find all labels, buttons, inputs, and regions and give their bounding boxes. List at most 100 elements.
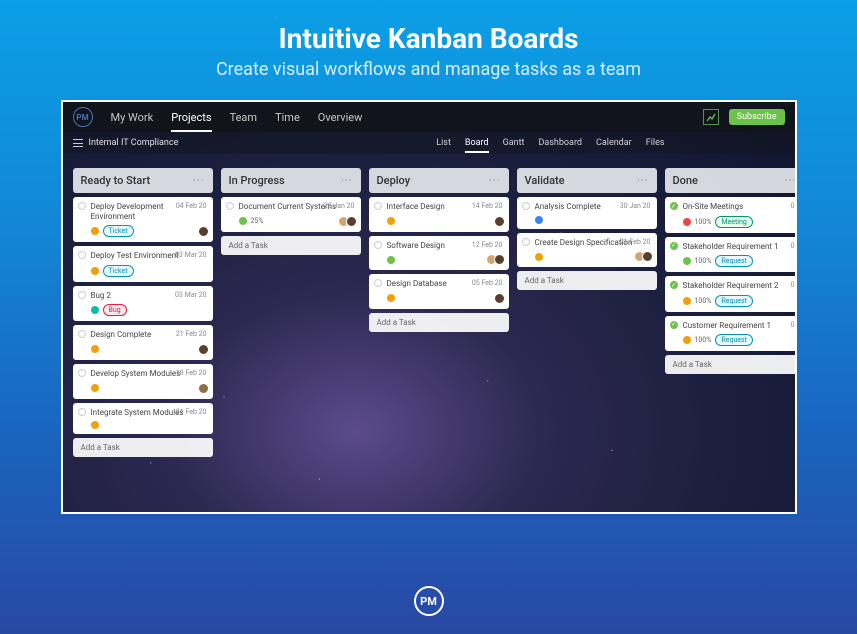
- status-circle-icon[interactable]: [374, 241, 382, 249]
- kanban-card[interactable]: Bug 203 Mar 20Bug: [73, 286, 213, 322]
- nav-item-overview[interactable]: Overview: [318, 111, 363, 124]
- nav-item-time[interactable]: Time: [275, 111, 300, 124]
- card-meta-row: [387, 254, 503, 265]
- status-circle-icon[interactable]: [78, 251, 86, 259]
- card-avatars: [201, 226, 209, 237]
- card-date: 28 Jan 20: [324, 202, 355, 210]
- status-circle-icon[interactable]: [226, 202, 234, 210]
- card-date: 06: [791, 281, 795, 289]
- column-title: Ready to Start: [81, 174, 151, 187]
- view-tab-files[interactable]: Files: [646, 138, 665, 149]
- status-circle-icon[interactable]: [78, 369, 86, 377]
- priority-dot-icon: [91, 345, 99, 353]
- app-frame: PM My Work Projects Team Time Overview Subsc…: [61, 100, 797, 514]
- kanban-card[interactable]: Deploy Development Environment04 Feb 20T…: [73, 197, 213, 242]
- nav-item-team[interactable]: Team: [230, 111, 258, 124]
- status-circle-icon[interactable]: [374, 279, 382, 287]
- add-task-input[interactable]: Add a Task: [221, 236, 361, 255]
- kanban-board: Ready to Start ··· Deploy Development Envi…: [63, 154, 795, 471]
- avatar[interactable]: [494, 216, 505, 227]
- avatar[interactable]: [494, 254, 505, 265]
- view-tab-list[interactable]: List: [436, 138, 451, 149]
- card-tag[interactable]: Request: [715, 295, 752, 307]
- hamburger-icon[interactable]: [73, 139, 83, 147]
- status-circle-icon[interactable]: [522, 202, 530, 210]
- column-menu-icon[interactable]: ···: [785, 174, 795, 187]
- card-meta-row: [91, 344, 207, 355]
- card-tag[interactable]: Bug: [103, 304, 127, 316]
- kanban-card[interactable]: ✓Stakeholder Requirement 106100%Request: [665, 237, 795, 273]
- card-meta-row: 25%: [239, 216, 355, 227]
- card-tag[interactable]: Meeting: [715, 216, 752, 228]
- status-circle-icon[interactable]: [78, 291, 86, 299]
- priority-dot-icon: [91, 384, 99, 392]
- column-menu-icon[interactable]: ···: [489, 174, 501, 187]
- kanban-card[interactable]: Create Design Specification21 Feb 20: [517, 233, 657, 268]
- card-avatars: [497, 216, 505, 227]
- kanban-card[interactable]: Design Complete21 Feb 20: [73, 325, 213, 360]
- card-title: Stakeholder Requirement 1: [683, 242, 795, 252]
- kanban-card[interactable]: ✓On-Site Meetings05100%Meeting: [665, 197, 795, 233]
- card-tag[interactable]: Ticket: [103, 265, 134, 277]
- kanban-card[interactable]: Software Design12 Feb 20: [369, 236, 509, 271]
- view-tab-board[interactable]: Board: [465, 138, 489, 153]
- avatar[interactable]: [642, 251, 653, 262]
- add-task-input[interactable]: Add a Task: [517, 271, 657, 290]
- card-date: 12 Feb 20: [472, 241, 503, 249]
- logo-icon[interactable]: PM: [73, 107, 93, 127]
- column-menu-icon[interactable]: ···: [637, 174, 649, 187]
- card-avatars: [489, 254, 505, 265]
- chart-icon[interactable]: [703, 109, 719, 125]
- add-task-input[interactable]: Add a Task: [73, 438, 213, 457]
- card-meta-row: [535, 216, 651, 224]
- kanban-card[interactable]: Integrate System Modules21 Feb 20: [73, 403, 213, 435]
- avatar[interactable]: [494, 293, 505, 304]
- view-tab-calendar[interactable]: Calendar: [596, 138, 632, 149]
- card-meta-row: 100%Request: [683, 255, 795, 267]
- kanban-card[interactable]: Develop System Modules18 Feb 20: [73, 364, 213, 399]
- priority-dot-icon: [91, 267, 99, 275]
- kanban-card[interactable]: ✓Stakeholder Requirement 206100%Request: [665, 276, 795, 312]
- card-tag[interactable]: Ticket: [103, 225, 134, 237]
- status-circle-icon[interactable]: [78, 330, 86, 338]
- card-date: 18 Feb 20: [176, 369, 207, 377]
- kanban-card[interactable]: Document Current Systems28 Jan 2025%: [221, 197, 361, 232]
- priority-dot-icon: [91, 227, 99, 235]
- avatar[interactable]: [198, 383, 209, 394]
- column-title: Validate: [525, 174, 565, 187]
- nav-item-projects[interactable]: Projects: [171, 111, 211, 132]
- footer-logo-icon: PM: [414, 586, 444, 616]
- card-percent: 100%: [695, 257, 712, 265]
- card-date: 21 Feb 20: [176, 408, 207, 416]
- status-circle-icon[interactable]: [374, 202, 382, 210]
- avatar[interactable]: [198, 226, 209, 237]
- card-avatars: [201, 344, 209, 355]
- column-menu-icon[interactable]: ···: [193, 174, 205, 187]
- card-tag[interactable]: Request: [715, 334, 752, 346]
- avatar[interactable]: [346, 216, 357, 227]
- card-date: 05 Feb 20: [472, 279, 503, 287]
- topbar: PM My Work Projects Team Time Overview Subsc…: [63, 102, 795, 132]
- view-tab-dashboard[interactable]: Dashboard: [538, 138, 582, 149]
- card-date: 30 Jan 20: [620, 202, 651, 210]
- avatar[interactable]: [198, 344, 209, 355]
- column: Done···✓On-Site Meetings05100%Meeting✓St…: [665, 168, 795, 457]
- kanban-card[interactable]: Design Database05 Feb 20: [369, 274, 509, 309]
- kanban-card[interactable]: ✓Customer Requirement 106100%Request: [665, 316, 795, 352]
- subscribe-button[interactable]: Subscribe: [729, 109, 785, 125]
- view-tab-gantt[interactable]: Gantt: [503, 138, 525, 149]
- card-tag[interactable]: Request: [715, 255, 752, 267]
- add-task-input[interactable]: Add a Task: [665, 355, 795, 374]
- status-circle-icon[interactable]: [522, 238, 530, 246]
- kanban-card[interactable]: Analysis Complete30 Jan 20: [517, 197, 657, 229]
- status-circle-icon[interactable]: [78, 202, 86, 210]
- add-task-input[interactable]: Add a Task: [369, 313, 509, 332]
- nav-item-my-work[interactable]: My Work: [111, 111, 154, 124]
- card-date: 04 Feb 20: [176, 202, 207, 210]
- column-title: Deploy: [377, 174, 411, 187]
- kanban-card[interactable]: Interface Design14 Feb 20: [369, 197, 509, 232]
- kanban-card[interactable]: Deploy Test Environment03 Mar 20Ticket: [73, 246, 213, 282]
- column-menu-icon[interactable]: ···: [341, 174, 353, 187]
- card-percent: 100%: [695, 218, 712, 226]
- status-circle-icon[interactable]: [78, 408, 86, 416]
